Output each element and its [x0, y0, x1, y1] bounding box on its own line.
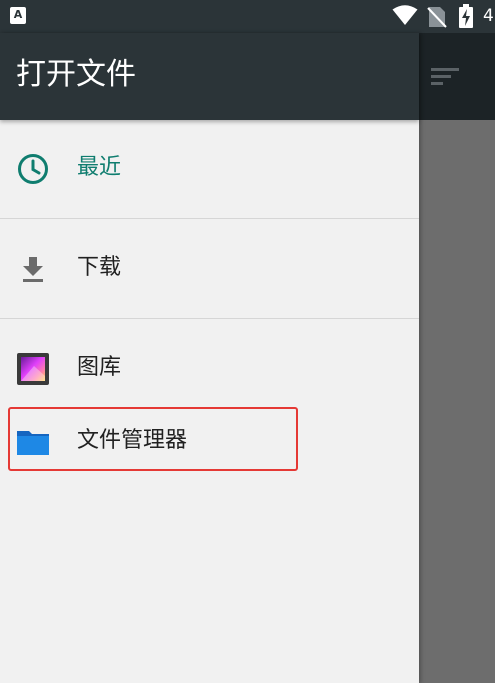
divider: [0, 318, 419, 319]
drawer-item-label: 最近: [77, 155, 122, 180]
no-sim-icon: [427, 7, 447, 28]
drawer-title: 打开文件: [16, 57, 136, 92]
battery-charging-icon: [459, 4, 473, 28]
status-time: 4: [483, 6, 494, 26]
drawer-item-downloads[interactable]: 下载: [0, 236, 419, 300]
sort-icon: [431, 68, 459, 85]
drawer-item-label: 图库: [77, 355, 122, 380]
drawer-item-recent[interactable]: 最近: [0, 136, 419, 200]
selection-highlight-box: [8, 407, 298, 471]
screen: A 4 打开文件 最近 下载 图库 文件管理器: [0, 0, 495, 683]
drawer-item-gallery[interactable]: 图库: [0, 336, 419, 400]
drawer-item-label: 下载: [77, 255, 122, 280]
drawer-scrim[interactable]: [419, 120, 495, 683]
app-toolbar-behind-scrim: [419, 33, 495, 120]
accessibility-notification-icon: A: [10, 7, 26, 24]
download-icon: [23, 257, 43, 282]
status-bar: A 4: [0, 0, 495, 33]
gallery-icon: [17, 353, 49, 385]
navigation-drawer: 打开文件 最近 下载 图库 文件管理器: [0, 33, 419, 683]
divider: [0, 218, 419, 219]
drawer-header: 打开文件: [0, 33, 419, 120]
wifi-icon: [392, 5, 418, 25]
clock-icon: [18, 154, 48, 184]
